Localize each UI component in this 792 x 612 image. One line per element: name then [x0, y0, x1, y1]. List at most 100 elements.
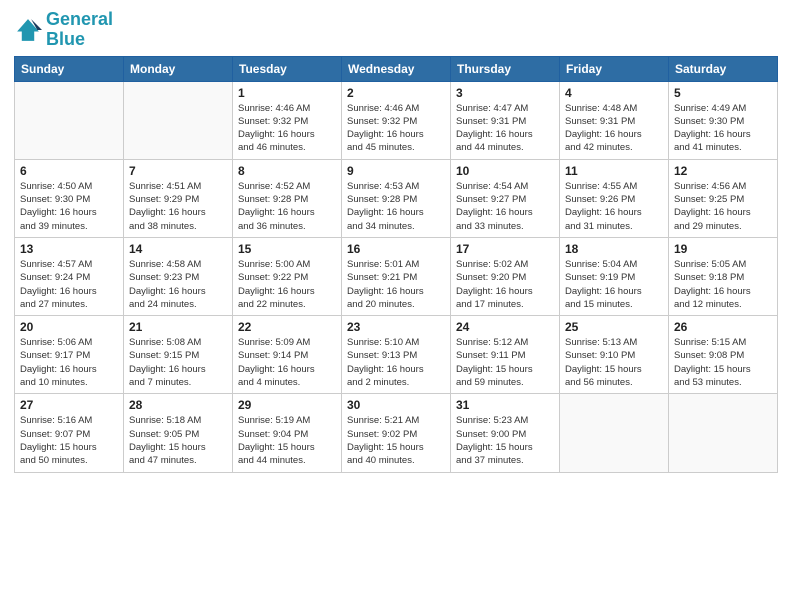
day-info: Sunrise: 4:48 AM Sunset: 9:31 PM Dayligh…: [565, 102, 663, 155]
day-number: 24: [456, 320, 554, 334]
day-info: Sunrise: 5:21 AM Sunset: 9:02 PM Dayligh…: [347, 414, 445, 467]
day-info: Sunrise: 4:56 AM Sunset: 9:25 PM Dayligh…: [674, 180, 772, 233]
day-number: 23: [347, 320, 445, 334]
day-number: 20: [20, 320, 118, 334]
calendar-dow-wednesday: Wednesday: [342, 56, 451, 81]
calendar-dow-saturday: Saturday: [669, 56, 778, 81]
calendar-cell: 2 Sunrise: 4:46 AM Sunset: 9:32 PM Daylig…: [342, 81, 451, 159]
calendar-cell: 17 Sunrise: 5:02 AM Sunset: 9:20 PM Dayli…: [451, 237, 560, 315]
week-row-4: 20 Sunrise: 5:06 AM Sunset: 9:17 PM Dayli…: [15, 316, 778, 394]
calendar-cell: 28 Sunrise: 5:18 AM Sunset: 9:05 PM Dayli…: [124, 394, 233, 472]
calendar-cell: 5Sunrise: 4:49 AM Sunset: 9:30 PM Daylig…: [669, 81, 778, 159]
day-number: 4: [565, 86, 663, 100]
calendar-cell: 1 Sunrise: 4:46 AM Sunset: 9:32 PM Daylig…: [233, 81, 342, 159]
day-number: 12: [674, 164, 772, 178]
calendar-cell: [669, 394, 778, 472]
calendar-cell: 18Sunrise: 5:04 AM Sunset: 9:19 PM Dayli…: [560, 237, 669, 315]
day-info: Sunrise: 4:57 AM Sunset: 9:24 PM Dayligh…: [20, 258, 118, 311]
calendar-dow-monday: Monday: [124, 56, 233, 81]
week-row-5: 27 Sunrise: 5:16 AM Sunset: 9:07 PM Dayli…: [15, 394, 778, 472]
calendar-cell: 26Sunrise: 5:15 AM Sunset: 9:08 PM Dayli…: [669, 316, 778, 394]
calendar-cell: [15, 81, 124, 159]
day-info: Sunrise: 5:13 AM Sunset: 9:10 PM Dayligh…: [565, 336, 663, 389]
calendar-cell: [560, 394, 669, 472]
calendar-cell: 11Sunrise: 4:55 AM Sunset: 9:26 PM Dayli…: [560, 159, 669, 237]
day-number: 29: [238, 398, 336, 412]
day-info: Sunrise: 5:10 AM Sunset: 9:13 PM Dayligh…: [347, 336, 445, 389]
calendar-cell: 8Sunrise: 4:52 AM Sunset: 9:28 PM Daylig…: [233, 159, 342, 237]
calendar-cell: 21 Sunrise: 5:08 AM Sunset: 9:15 PM Dayli…: [124, 316, 233, 394]
day-number: 31: [456, 398, 554, 412]
calendar-cell: 9 Sunrise: 4:53 AM Sunset: 9:28 PM Daylig…: [342, 159, 451, 237]
day-number: 21: [129, 320, 227, 334]
day-info: Sunrise: 4:49 AM Sunset: 9:30 PM Dayligh…: [674, 102, 772, 155]
day-info: Sunrise: 4:54 AM Sunset: 9:27 PM Dayligh…: [456, 180, 554, 233]
day-number: 19: [674, 242, 772, 256]
header: General Blue: [14, 10, 778, 50]
day-info: Sunrise: 5:16 AM Sunset: 9:07 PM Dayligh…: [20, 414, 118, 467]
calendar-cell: 23 Sunrise: 5:10 AM Sunset: 9:13 PM Dayli…: [342, 316, 451, 394]
page: General Blue SundayMondayTuesdayWednesda…: [0, 0, 792, 612]
day-number: 8: [238, 164, 336, 178]
calendar-cell: 15Sunrise: 5:00 AM Sunset: 9:22 PM Dayli…: [233, 237, 342, 315]
day-info: Sunrise: 5:12 AM Sunset: 9:11 PM Dayligh…: [456, 336, 554, 389]
calendar-cell: 20 Sunrise: 5:06 AM Sunset: 9:17 PM Dayli…: [15, 316, 124, 394]
logo-text: General Blue: [46, 10, 113, 50]
day-number: 10: [456, 164, 554, 178]
calendar-cell: 10 Sunrise: 4:54 AM Sunset: 9:27 PM Dayli…: [451, 159, 560, 237]
day-info: Sunrise: 4:46 AM Sunset: 9:32 PM Dayligh…: [347, 102, 445, 155]
calendar-cell: 19 Sunrise: 5:05 AM Sunset: 9:18 PM Dayli…: [669, 237, 778, 315]
day-number: 28: [129, 398, 227, 412]
day-number: 27: [20, 398, 118, 412]
week-row-3: 13 Sunrise: 4:57 AM Sunset: 9:24 PM Dayli…: [15, 237, 778, 315]
logo-icon: [14, 16, 42, 44]
day-number: 16: [347, 242, 445, 256]
calendar-header-row: SundayMondayTuesdayWednesdayThursdayFrid…: [15, 56, 778, 81]
day-info: Sunrise: 5:02 AM Sunset: 9:20 PM Dayligh…: [456, 258, 554, 311]
day-number: 18: [565, 242, 663, 256]
calendar-cell: 3 Sunrise: 4:47 AM Sunset: 9:31 PM Daylig…: [451, 81, 560, 159]
calendar-cell: 29 Sunrise: 5:19 AM Sunset: 9:04 PM Dayli…: [233, 394, 342, 472]
day-info: Sunrise: 5:19 AM Sunset: 9:04 PM Dayligh…: [238, 414, 336, 467]
day-info: Sunrise: 4:46 AM Sunset: 9:32 PM Dayligh…: [238, 102, 336, 155]
calendar-dow-thursday: Thursday: [451, 56, 560, 81]
day-info: Sunrise: 4:47 AM Sunset: 9:31 PM Dayligh…: [456, 102, 554, 155]
day-info: Sunrise: 4:51 AM Sunset: 9:29 PM Dayligh…: [129, 180, 227, 233]
calendar-dow-sunday: Sunday: [15, 56, 124, 81]
day-number: 14: [129, 242, 227, 256]
day-info: Sunrise: 5:09 AM Sunset: 9:14 PM Dayligh…: [238, 336, 336, 389]
calendar-cell: 13 Sunrise: 4:57 AM Sunset: 9:24 PM Dayli…: [15, 237, 124, 315]
day-number: 13: [20, 242, 118, 256]
calendar-cell: 27 Sunrise: 5:16 AM Sunset: 9:07 PM Dayli…: [15, 394, 124, 472]
day-info: Sunrise: 5:23 AM Sunset: 9:00 PM Dayligh…: [456, 414, 554, 467]
day-number: 3: [456, 86, 554, 100]
calendar-cell: 22 Sunrise: 5:09 AM Sunset: 9:14 PM Dayli…: [233, 316, 342, 394]
day-number: 30: [347, 398, 445, 412]
calendar-dow-tuesday: Tuesday: [233, 56, 342, 81]
day-info: Sunrise: 5:18 AM Sunset: 9:05 PM Dayligh…: [129, 414, 227, 467]
day-number: 26: [674, 320, 772, 334]
day-info: Sunrise: 4:50 AM Sunset: 9:30 PM Dayligh…: [20, 180, 118, 233]
calendar-cell: 31 Sunrise: 5:23 AM Sunset: 9:00 PM Dayli…: [451, 394, 560, 472]
day-number: 1: [238, 86, 336, 100]
day-number: 2: [347, 86, 445, 100]
day-number: 22: [238, 320, 336, 334]
day-number: 17: [456, 242, 554, 256]
calendar-cell: 14Sunrise: 4:58 AM Sunset: 9:23 PM Dayli…: [124, 237, 233, 315]
calendar-cell: 7Sunrise: 4:51 AM Sunset: 9:29 PM Daylig…: [124, 159, 233, 237]
calendar-cell: 25Sunrise: 5:13 AM Sunset: 9:10 PM Dayli…: [560, 316, 669, 394]
day-number: 9: [347, 164, 445, 178]
week-row-1: 1 Sunrise: 4:46 AM Sunset: 9:32 PM Daylig…: [15, 81, 778, 159]
calendar-dow-friday: Friday: [560, 56, 669, 81]
calendar-cell: 24 Sunrise: 5:12 AM Sunset: 9:11 PM Dayli…: [451, 316, 560, 394]
calendar-table: SundayMondayTuesdayWednesdayThursdayFrid…: [14, 56, 778, 473]
calendar-cell: 12 Sunrise: 4:56 AM Sunset: 9:25 PM Dayli…: [669, 159, 778, 237]
day-info: Sunrise: 5:06 AM Sunset: 9:17 PM Dayligh…: [20, 336, 118, 389]
calendar-cell: 6 Sunrise: 4:50 AM Sunset: 9:30 PM Daylig…: [15, 159, 124, 237]
week-row-2: 6 Sunrise: 4:50 AM Sunset: 9:30 PM Daylig…: [15, 159, 778, 237]
calendar-cell: 30 Sunrise: 5:21 AM Sunset: 9:02 PM Dayli…: [342, 394, 451, 472]
day-number: 6: [20, 164, 118, 178]
day-info: Sunrise: 4:53 AM Sunset: 9:28 PM Dayligh…: [347, 180, 445, 233]
day-info: Sunrise: 5:08 AM Sunset: 9:15 PM Dayligh…: [129, 336, 227, 389]
day-info: Sunrise: 5:05 AM Sunset: 9:18 PM Dayligh…: [674, 258, 772, 311]
